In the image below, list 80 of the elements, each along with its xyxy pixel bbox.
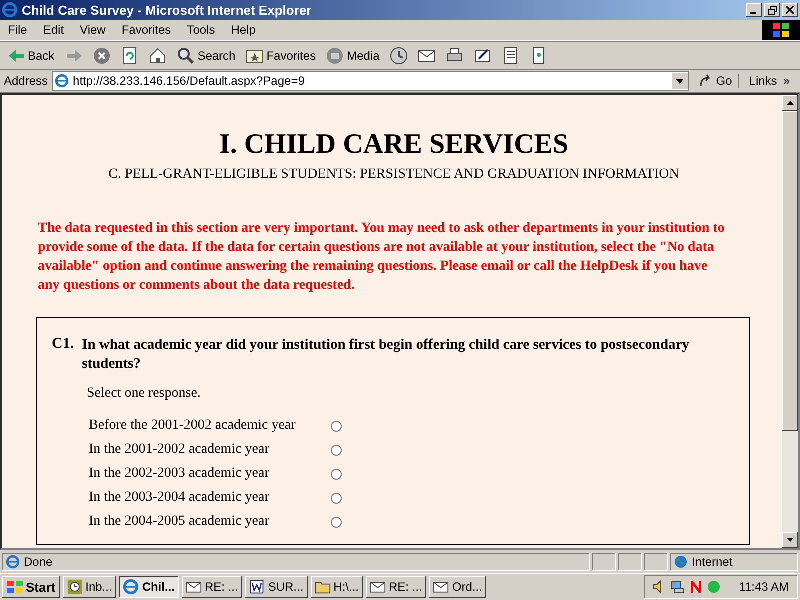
radio-button[interactable] xyxy=(331,492,342,504)
radio-button[interactable] xyxy=(331,420,342,432)
taskbar-button[interactable]: H:\... xyxy=(310,576,364,598)
ie-icon xyxy=(123,579,140,595)
links-button[interactable]: Links » xyxy=(743,73,796,89)
option-label: Before the 2001-2002 academic year xyxy=(89,418,297,434)
browser-icon xyxy=(2,2,18,18)
word-icon xyxy=(249,579,266,595)
status-panel xyxy=(644,553,668,571)
mail-icon xyxy=(370,579,386,595)
restore-icon xyxy=(768,6,776,14)
edit-icon xyxy=(474,46,492,64)
question-number: C1. xyxy=(52,336,74,354)
folder-icon xyxy=(314,579,331,595)
mail-icon xyxy=(433,579,450,595)
network-icon xyxy=(671,580,686,594)
favorites-button[interactable]: Favorites xyxy=(242,44,320,66)
status-text: Done xyxy=(24,555,53,569)
taskbar-button[interactable]: Inb... xyxy=(62,576,116,598)
mail-icon xyxy=(186,579,202,595)
taskbar-button[interactable]: SUR... xyxy=(245,576,308,598)
taskbar-button[interactable]: Ord... xyxy=(429,576,486,598)
option-label: In the 2001-2002 academic year xyxy=(89,442,270,458)
print-icon xyxy=(446,46,464,64)
search-icon xyxy=(176,46,195,64)
menu-item[interactable]: Edit xyxy=(35,23,72,37)
media-button[interactable]: Media xyxy=(323,44,383,66)
page-subheading: C. PELL-GRANT-ELIGIBLE STUDENTS: PERSISTENCE AND GRADUATION INFORMATION xyxy=(108,167,680,183)
taskbar-button[interactable]: Chil... xyxy=(119,576,179,598)
windows-logo xyxy=(6,580,24,594)
scroll-down-button[interactable] xyxy=(782,532,798,548)
restore-button[interactable] xyxy=(764,3,780,17)
home-icon xyxy=(148,46,167,64)
search-button[interactable]: Search xyxy=(174,44,239,66)
option-label: In the 2003-2004 academic year xyxy=(89,490,270,506)
close-button[interactable] xyxy=(782,3,798,17)
window-title: Child Care Survey - Microsoft Internet Explorer xyxy=(22,2,313,18)
menu-item[interactable]: Help xyxy=(223,23,264,37)
instruction-text: Select one response. xyxy=(87,386,202,402)
radio-button[interactable] xyxy=(331,444,342,456)
curved-arrow-icon xyxy=(699,74,714,88)
menu-item[interactable]: File xyxy=(0,23,36,37)
close-icon xyxy=(786,6,794,14)
question-text: In what academic year did your institution first begin offering child care services to postsecondary students? xyxy=(82,336,690,374)
option-label: In the 2004-2005 academic year xyxy=(89,514,270,530)
go-button[interactable]: Go xyxy=(693,74,740,88)
menu-item[interactable]: Tools xyxy=(179,23,224,37)
zone-text: Internet xyxy=(692,555,733,569)
media-icon xyxy=(326,46,344,64)
radio-button[interactable] xyxy=(331,516,342,528)
taskbar-button[interactable]: RE: ... xyxy=(366,576,426,598)
scroll-up-button[interactable] xyxy=(782,95,798,111)
clock-icon xyxy=(66,579,83,595)
page-icon xyxy=(6,555,20,569)
vertical-scrollbar[interactable] xyxy=(782,95,798,548)
taskbar-button[interactable]: RE: ... xyxy=(182,576,242,598)
minimize-button[interactable] xyxy=(746,3,762,17)
up-arrow-icon xyxy=(786,101,794,105)
address-label: Address xyxy=(4,74,48,88)
discuss-icon xyxy=(502,46,520,64)
letter-n-icon xyxy=(689,580,704,594)
globe-icon xyxy=(674,555,688,569)
back-button[interactable]: Back xyxy=(4,44,58,66)
menu-item[interactable]: View xyxy=(72,23,114,37)
radio-button[interactable] xyxy=(331,468,342,480)
option-label: In the 2002-2003 academic year xyxy=(89,466,270,482)
notice-text: The data requested in this section are very important. You may need to ask other departments in your institution to provide some of the data. If the data for certain questions are not available at your institution, select the "No data available" option and continue answering the remaining questions. Please email or call the HelpDesk if you have any questions or comments about the data requested. xyxy=(38,220,726,295)
windows-logo xyxy=(762,20,800,40)
page-heading: I. CHILD CARE SERVICES xyxy=(218,129,570,161)
page-icon xyxy=(55,74,70,88)
clock-text: 11:43 AM xyxy=(739,580,789,594)
address-field[interactable]: http://38.233.146.156/Default.aspx?Page=9 xyxy=(52,71,690,91)
down-arrow-icon xyxy=(786,538,794,542)
history-icon xyxy=(390,46,408,64)
stop-icon xyxy=(92,46,111,64)
start-button[interactable]: Start xyxy=(2,576,60,598)
menu-item[interactable]: Favorites xyxy=(114,23,180,37)
status-panel xyxy=(592,553,616,571)
status-panel xyxy=(618,553,642,571)
scroll-thumb[interactable] xyxy=(782,111,798,431)
